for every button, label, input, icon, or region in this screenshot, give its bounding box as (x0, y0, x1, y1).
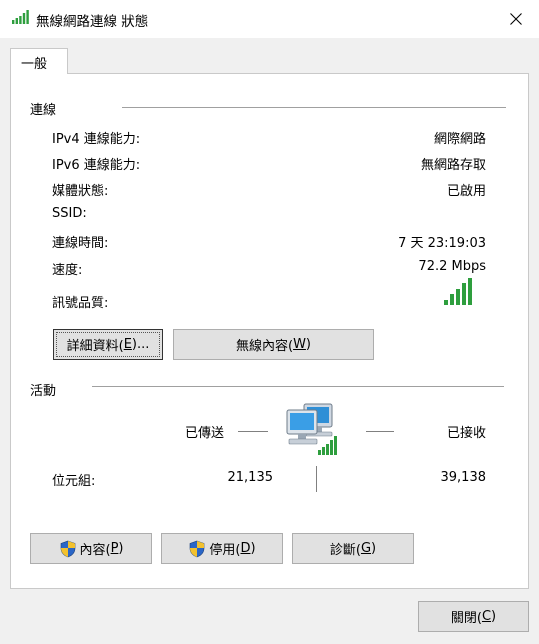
signal-quality-icon (444, 278, 472, 305)
signal-bar (456, 289, 460, 305)
disable-button[interactable]: 停用(D) (161, 533, 283, 564)
network-computers-icon (286, 403, 337, 455)
ssid-label: SSID: (52, 206, 87, 221)
signal-bar (468, 278, 472, 305)
activity-section-title: 活動 (30, 384, 57, 399)
ipv6-value: 無網路存取 (420, 158, 486, 173)
bytes-label: 位元組: (52, 474, 96, 489)
tab-general[interactable]: 一般 (10, 48, 68, 74)
ipv4-label: IPv4 連線能力: (52, 132, 141, 147)
media-state-label: 媒體狀態: (52, 184, 109, 199)
title-bar: 無線網路連線 狀態 (0, 0, 539, 38)
shield-icon (60, 540, 75, 557)
signal-bar (450, 294, 454, 305)
window-title: 無線網路連線 狀態 (36, 14, 149, 30)
sent-label: 已傳送 (185, 426, 225, 441)
close-button[interactable]: 關閉(C) (418, 601, 529, 632)
tab-general-label: 一般 (21, 57, 48, 72)
activity-divider (92, 386, 504, 387)
sent-separator (238, 431, 268, 432)
shield-icon (190, 540, 205, 557)
speed-value: 72.2 Mbps (418, 259, 486, 274)
duration-label: 連線時間: (52, 236, 109, 251)
duration-value: 7 天 23:19:03 (398, 236, 486, 251)
details-button[interactable]: 詳細資料(E)... (53, 329, 163, 360)
bytes-received-value: 39,138 (440, 470, 487, 485)
signal-quality-label: 訊號品質: (52, 296, 109, 311)
connection-section-title: 連線 (30, 103, 57, 118)
wireless-signal-icon (12, 10, 29, 24)
diagnose-button[interactable]: 診斷(G) (292, 533, 414, 564)
received-separator (366, 431, 394, 432)
signal-bar (462, 283, 466, 305)
received-label: 已接收 (446, 426, 486, 441)
close-window-button[interactable] (493, 0, 539, 38)
signal-bar (444, 300, 448, 305)
close-icon (510, 13, 522, 25)
wireless-properties-button[interactable]: 無線內容(W) (173, 329, 374, 360)
ipv6-label: IPv6 連線能力: (52, 158, 141, 173)
speed-label: 速度: (52, 263, 83, 278)
properties-button[interactable]: 內容(P) (30, 533, 152, 564)
bytes-sent-value: 21,135 (227, 470, 274, 485)
bytes-divider (316, 466, 317, 492)
ipv4-value: 網際網路 (433, 132, 486, 147)
connection-divider (122, 107, 506, 108)
media-state-value: 已啟用 (446, 184, 486, 199)
